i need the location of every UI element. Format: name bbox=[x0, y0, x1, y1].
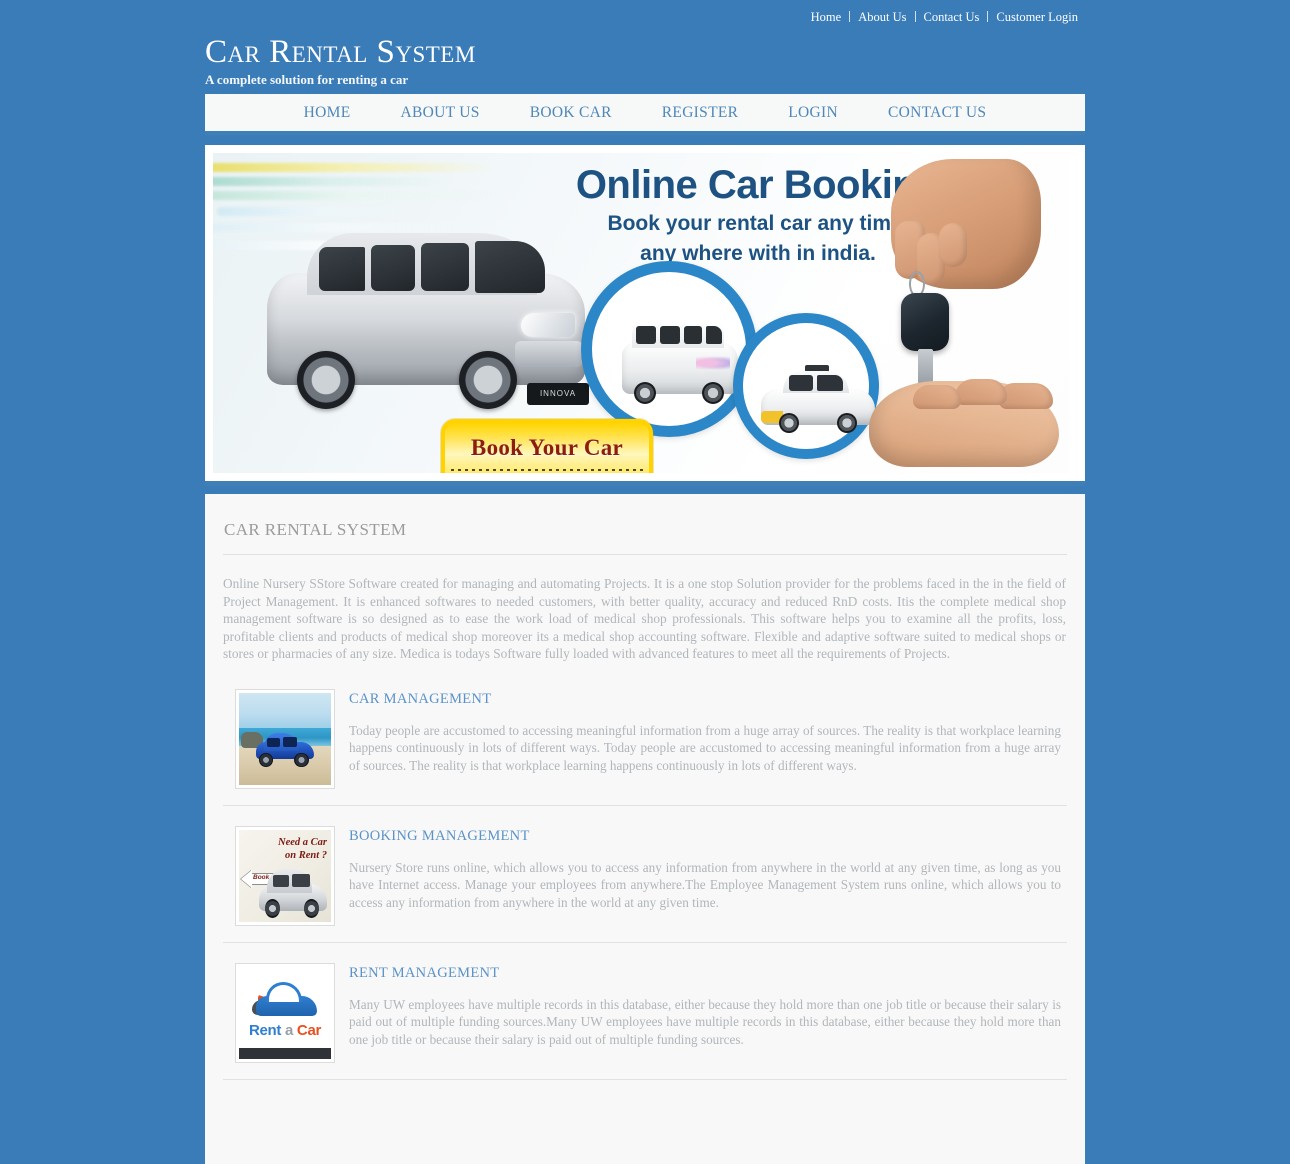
car-wheel bbox=[459, 351, 517, 409]
blue-car-icon bbox=[255, 733, 315, 767]
car-wheel bbox=[294, 752, 309, 767]
top-nav-item-contact-us[interactable]: Contact Us bbox=[917, 10, 987, 24]
hero-banner-frame: INNOVA Online Car Booking Book your rent… bbox=[205, 145, 1085, 486]
title-divider bbox=[223, 554, 1067, 555]
taxi-window bbox=[789, 375, 813, 391]
hand-holding-key-icon bbox=[891, 159, 1041, 289]
rent-a-car-logo-icon bbox=[251, 980, 318, 1019]
white-taxi-image bbox=[759, 365, 877, 435]
main-nav-bar: HOME ABOUT US BOOK CAR REGISTER LOGIN CO… bbox=[205, 94, 1085, 135]
white-van-image bbox=[618, 316, 742, 408]
car-wheel bbox=[264, 899, 280, 919]
car-window bbox=[272, 874, 290, 888]
thumbnail-headline: Need a Car on Rent ? bbox=[257, 836, 327, 862]
nav-separator bbox=[914, 11, 916, 22]
finger bbox=[955, 379, 1007, 405]
sky-background bbox=[239, 692, 331, 728]
car-model-badge: INNOVA bbox=[527, 383, 589, 405]
van-wheel bbox=[634, 382, 656, 404]
taxi-wheel bbox=[779, 413, 799, 433]
nav-item-contact-us[interactable]: CONTACT US bbox=[863, 104, 1011, 122]
car-window bbox=[371, 245, 415, 291]
feature-row-booking-management: Need a Car on Rent ? Book Now bbox=[223, 822, 1067, 943]
open-hand-icon bbox=[869, 379, 1059, 467]
finger bbox=[939, 223, 967, 267]
feature-title: CAR MANAGEMENT bbox=[349, 690, 492, 707]
site-title: Car Rental System bbox=[205, 34, 476, 70]
car-windshield bbox=[291, 873, 310, 888]
nav-item-about-us[interactable]: ABOUT US bbox=[376, 104, 505, 122]
masthead: Car Rental System A complete solution fo… bbox=[0, 36, 1290, 94]
logo-word-a: a bbox=[284, 1022, 294, 1040]
thumbnail-footer-bar bbox=[239, 1047, 331, 1059]
feature-text-car-management: CAR MANAGEMENT Today people are accustom… bbox=[349, 689, 1067, 789]
car-wheel bbox=[304, 899, 320, 919]
page-root: Home About Us Contact Us Customer Login Car… bbox=[0, 0, 1290, 1164]
top-utility-bar: Home About Us Contact Us Customer Login bbox=[0, 0, 1290, 36]
car-grille bbox=[515, 341, 583, 367]
car-key-fob-icon bbox=[901, 293, 949, 351]
van-graphic-decal bbox=[696, 356, 730, 370]
feature-text-rent-management: RENT MANAGEMENT Many UW employees have m… bbox=[349, 963, 1067, 1063]
dotted-underline-decoration bbox=[451, 469, 643, 471]
top-nav-item-about-us[interactable]: About Us bbox=[851, 10, 913, 24]
vehicle-circle-van bbox=[581, 261, 757, 437]
feature-thumbnail-booking-management[interactable]: Need a Car on Rent ? Book Now bbox=[235, 825, 335, 926]
main-nav: HOME ABOUT US BOOK CAR REGISTER LOGIN CO… bbox=[205, 94, 1085, 131]
vehicle-circle-taxi bbox=[733, 313, 879, 459]
car-window bbox=[319, 247, 365, 291]
car-window bbox=[421, 243, 469, 291]
site-tagline: A complete solution for renting a car bbox=[205, 72, 409, 87]
taxi-windshield bbox=[817, 375, 843, 391]
van-window bbox=[684, 326, 702, 344]
feature-text-booking-management: BOOKING MANAGEMENT Nursery Store runs on… bbox=[349, 826, 1067, 926]
van-wheel bbox=[702, 382, 724, 404]
van-window bbox=[660, 326, 680, 344]
thumbnail-headline-line-1: Need a Car bbox=[278, 836, 327, 848]
feature-title: BOOKING MANAGEMENT bbox=[349, 827, 530, 844]
book-your-car-button[interactable]: Book Your Car bbox=[441, 419, 653, 473]
feature-title: RENT MANAGEMENT bbox=[349, 964, 500, 981]
top-nav: Home About Us Contact Us Customer Login bbox=[804, 10, 1085, 25]
feature-body: Many UW employees have multiple records … bbox=[349, 996, 1061, 1047]
nav-item-register[interactable]: REGISTER bbox=[637, 104, 763, 122]
silver-car-image: INNOVA bbox=[261, 221, 591, 411]
nav-item-book-car[interactable]: BOOK CAR bbox=[505, 104, 637, 122]
car-roof bbox=[266, 981, 303, 1003]
car-windshield bbox=[475, 241, 545, 293]
thumbnail-headline-line-2: on Rent ? bbox=[284, 849, 327, 861]
logo-word-car: Car bbox=[296, 1022, 322, 1040]
feature-row-rent-management: Rent a Car RENT MANAGEMENT Many UW emplo… bbox=[223, 959, 1067, 1080]
top-nav-item-home[interactable]: Home bbox=[804, 10, 849, 24]
car-windshield bbox=[282, 737, 297, 747]
logo-word-rent: Rent bbox=[248, 1022, 282, 1040]
feature-thumbnail-rent-management[interactable]: Rent a Car bbox=[235, 962, 335, 1063]
top-nav-item-customer-login[interactable]: Customer Login bbox=[989, 10, 1085, 24]
book-your-car-label: Book Your Car bbox=[470, 435, 624, 460]
car-wheel bbox=[297, 351, 355, 409]
feature-body: Today people are accustomed to accessing… bbox=[349, 722, 1061, 773]
nav-item-home[interactable]: HOME bbox=[279, 104, 376, 122]
car-wheel bbox=[259, 752, 274, 767]
van-windshield bbox=[706, 326, 722, 344]
page-title: CAR RENTAL SYSTEM bbox=[224, 520, 407, 539]
main-content-card: CAR RENTAL SYSTEM Online Nursery SStore … bbox=[205, 494, 1085, 1164]
feature-row-car-management: CAR MANAGEMENT Today people are accustom… bbox=[223, 685, 1067, 806]
car-window bbox=[267, 738, 281, 747]
logo-wordmark: Rent a Car bbox=[239, 1022, 331, 1039]
car-headlight bbox=[521, 313, 575, 337]
van-window bbox=[636, 326, 656, 344]
feature-body: Nursery Store runs online, which allows … bbox=[349, 859, 1061, 910]
nav-item-login[interactable]: LOGIN bbox=[763, 104, 863, 122]
feature-thumbnail-car-management[interactable] bbox=[235, 688, 335, 789]
hero-banner: INNOVA Online Car Booking Book your rent… bbox=[213, 153, 1069, 473]
content-bottom-spacer bbox=[223, 1096, 1067, 1124]
intro-paragraph: Online Nursery SStore Software created f… bbox=[223, 576, 1066, 662]
taxi-wheel bbox=[837, 413, 857, 433]
finger bbox=[913, 385, 961, 409]
silver-car-icon bbox=[259, 868, 328, 919]
finger bbox=[999, 383, 1053, 409]
